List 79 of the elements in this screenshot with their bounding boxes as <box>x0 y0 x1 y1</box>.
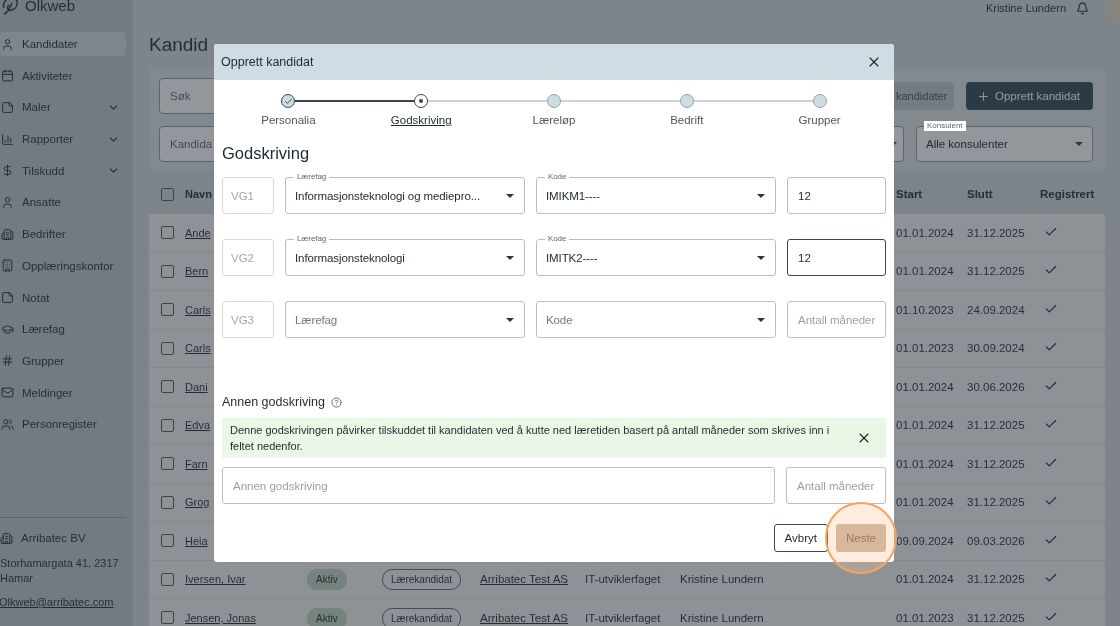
sidebar-item[interactable]: Rapporter <box>0 127 126 152</box>
table-cell-text: 01.01.2023 <box>896 611 955 624</box>
sidebar-item[interactable]: Tilskudd <box>0 158 126 183</box>
step-label[interactable]: Bedrift <box>670 114 704 126</box>
section-heading: Annen godskriving <box>222 395 325 409</box>
table-cell-text: 31.12.2025 <box>967 573 1026 586</box>
sidebar-item[interactable]: Bedrifter <box>0 222 126 247</box>
column-header: Start <box>896 188 924 200</box>
subject-select[interactable]: Lærefag <box>285 301 525 338</box>
table-cell-text: 01.01.2024 <box>896 265 955 278</box>
table-cell-text: 31.12.2025 <box>967 226 1026 239</box>
level-field: VG3 <box>222 301 274 338</box>
code-select[interactable]: Kode <box>536 301 776 338</box>
table-cell-text: 01.01.2024 <box>896 496 955 509</box>
table-cell: Kristine Lundern <box>680 611 764 624</box>
app-logo: Olkweb <box>25 0 76 14</box>
level-field: VG2 <box>222 239 274 276</box>
table-cell-text: 01.01.2024 <box>896 419 955 432</box>
table-cell-text: 01.01.2024 <box>896 573 955 586</box>
months-field[interactable]: Antall måneder <box>787 301 886 338</box>
column-header: Registrert <box>1040 188 1096 200</box>
page-title: Kandid <box>149 34 210 56</box>
other-credit-field[interactable]: Annen godskriving <box>222 467 775 504</box>
status-badge: Aktiv <box>307 569 347 591</box>
column-header: Navn <box>185 188 212 200</box>
sidebar-item[interactable]: Lærefag <box>0 317 126 342</box>
field-label: Konsulent <box>924 121 966 131</box>
table-cell-text: 09.03.2026 <box>967 534 1026 547</box>
table-cell-text: 31.12.2025 <box>967 496 1026 509</box>
candidate-name-link[interactable]: Iversen, Ivar <box>185 573 307 586</box>
level-field: VG1 <box>222 177 274 214</box>
table-cell-text: 31.12.2025 <box>967 265 1026 278</box>
table-cell: Kristine Lundern <box>680 573 764 586</box>
table-cell-text: 30.09.2024 <box>967 342 1026 355</box>
step-label[interactable]: Godskriving <box>390 114 452 126</box>
section-heading: Godskriving <box>222 144 311 163</box>
step-label[interactable]: Grupper <box>798 114 841 126</box>
candidate-name-link[interactable]: Jensen, Jonas <box>185 611 307 624</box>
table-cell-text: 01.10.2023 <box>896 303 955 316</box>
table-cell-text: 09.09.2024 <box>896 534 955 547</box>
sidebar-item[interactable]: Aktiviteter <box>0 63 126 88</box>
table-cell-text: 31.12.2025 <box>967 457 1026 470</box>
email-link[interactable]: Olkweb@arribatec.com <box>0 596 126 608</box>
create-candidate-button[interactable]: Opprett kandidat <box>965 82 1093 110</box>
table-cell-text: 31.12.2025 <box>967 611 1026 624</box>
organization-name: Arribatec BV <box>21 532 86 544</box>
company-link[interactable]: Arribatec Test AS <box>480 611 568 624</box>
table-cell: IT-utviklerfaget <box>585 611 661 624</box>
table-cell-text: 01.01.2024 <box>896 457 955 470</box>
sidebar-item[interactable]: Kandidater <box>0 32 126 56</box>
sidebar-item[interactable]: Meldinger <box>0 380 126 405</box>
sidebar-item[interactable]: Personregister <box>0 412 126 437</box>
table-cell-text: 01.01.2024 <box>896 380 955 393</box>
step-label[interactable]: Personalia <box>261 114 316 126</box>
company-link[interactable]: Arribatec Test AS <box>480 573 568 586</box>
user-name: Kristine Lundern <box>985 2 1066 14</box>
sidebar-item[interactable]: Maler <box>0 95 126 120</box>
sidebar-item[interactable]: Ansatte <box>0 190 126 215</box>
type-badge: Lærekandidat <box>382 569 462 591</box>
cancel-button[interactable]: Avbryt <box>773 524 828 552</box>
info-text: Denne godskrivingen påvirker tilskuddet til kandidaten ved å kutte ned læretiden basert på antall måneder som skrives inn i feltet nedenfor. <box>230 423 831 454</box>
table-cell: IT-utviklerfaget <box>585 573 661 586</box>
step-label[interactable]: Læreløp <box>532 114 576 126</box>
months-field[interactable]: 12 <box>787 177 886 214</box>
sidebar-item[interactable]: Opplæringskontor <box>0 253 126 278</box>
table-cell-text: 24.09.2024 <box>967 303 1026 316</box>
table-cell-text: 01.01.2024 <box>896 226 955 239</box>
sidebar-item[interactable]: Grupper <box>0 348 126 373</box>
sidebar-item[interactable]: Notat <box>0 285 126 310</box>
months-field[interactable]: Antall måneder <box>786 467 886 504</box>
table-cell-text: 31.12.2025 <box>967 419 1026 432</box>
table-cell-text: 01.01.2023 <box>896 342 955 355</box>
months-field[interactable]: 12 <box>787 239 886 276</box>
table-cell-text: 30.06.2026 <box>967 380 1026 393</box>
organization-address: Storhamargata 41, 2317 Hamar <box>0 556 120 586</box>
column-header: Slutt <box>967 188 994 200</box>
consultant-select[interactable]: Konsulent Alle konsulenter <box>916 120 1093 162</box>
dialog-title: Opprett kandidat <box>221 55 314 69</box>
status-badge: Aktiv <box>307 607 347 626</box>
